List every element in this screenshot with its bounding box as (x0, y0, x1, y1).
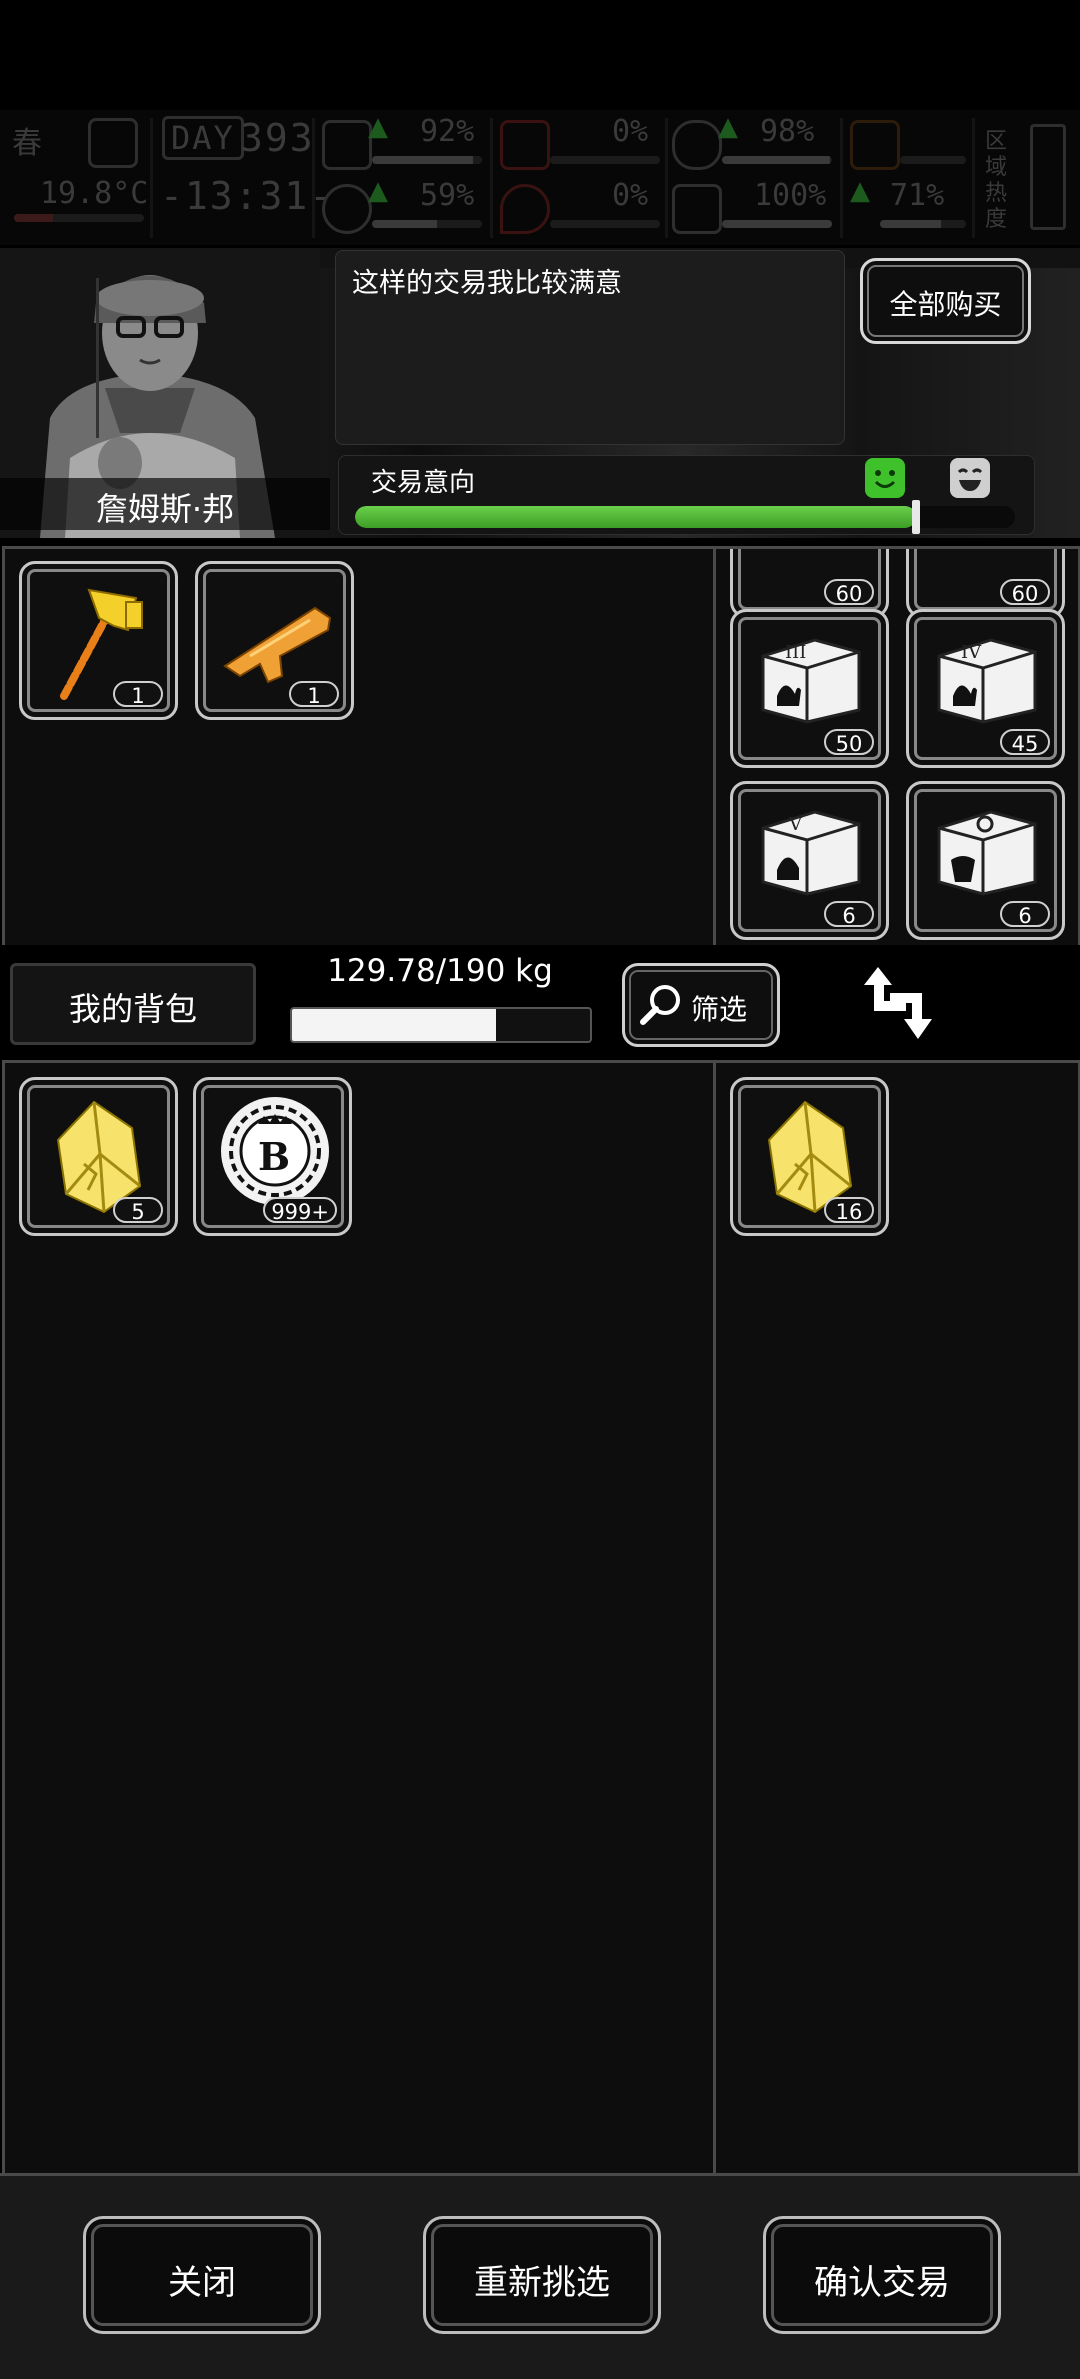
stomach-bar (722, 156, 832, 164)
offer-slot[interactable]: 60 (730, 549, 889, 618)
offer-slot[interactable]: V 6 (730, 781, 889, 940)
item-quantity: 5 (113, 1197, 163, 1224)
trader-header: 詹姆斯·邦 这样的交易我比较满意 全部购买 交易意向 (0, 248, 1080, 538)
search-icon (640, 985, 680, 1025)
trader-dialog: 这样的交易我比较满意 (352, 268, 622, 299)
health-bar (372, 156, 482, 164)
buy-all-label: 全部购买 (889, 288, 1002, 321)
happy-face-icon (865, 458, 905, 498)
trade-intent-marker (912, 500, 920, 534)
confirm-trade-button[interactable]: 确认交易 (763, 2216, 1001, 2334)
bag-weight-bar (290, 1007, 592, 1043)
filter-button[interactable]: 筛选 (622, 963, 780, 1047)
offer-slot[interactable]: 60 (906, 549, 1065, 618)
speech-bubble: 这样的交易我比较满意 (335, 250, 845, 445)
stamina-up-arrow-icon: ▲ (850, 176, 870, 206)
item-quantity: 16 (824, 1197, 874, 1224)
trade-intent-fill (355, 506, 916, 528)
heart-icon (672, 184, 722, 234)
stamina-bar (880, 220, 966, 228)
health-percent: 92% (420, 114, 475, 149)
item-quantity: 1 (289, 681, 339, 708)
stomach-percent: 98% (760, 114, 815, 149)
svg-text:III: III (785, 642, 806, 663)
offer-slot[interactable]: 16 (730, 1077, 889, 1236)
bleed-percent: 0% (612, 114, 649, 149)
day-number: 393 (240, 116, 315, 160)
bleed-bar (550, 156, 660, 164)
item-quantity: 45 (1000, 729, 1050, 756)
svg-text:IV: IV (961, 642, 982, 663)
mental-percent: 59% (420, 178, 475, 213)
region-heat-meter (1030, 124, 1066, 230)
supply-crate-icon: IV (937, 638, 1037, 724)
trade-intent-label: 交易意向 (371, 468, 476, 498)
brain-icon (322, 184, 372, 234)
trader-name: 詹姆斯·邦 (95, 490, 235, 528)
offer-slot[interactable]: III 50 (730, 609, 889, 768)
confirm-trade-label: 确认交易 (814, 2263, 950, 2303)
item-quantity: 999+ (263, 1197, 337, 1224)
item-quantity: 1 (113, 681, 163, 708)
mental-bar (372, 220, 482, 228)
inventory-slot[interactable]: 5 (19, 1077, 178, 1236)
reselect-label: 重新挑选 (474, 2263, 610, 2303)
trader-inventory-panel: 1 1 (2, 546, 716, 948)
item-quantity: 6 (824, 901, 874, 928)
day-label: DAY (162, 116, 244, 160)
season-label: 春 (12, 126, 42, 161)
reselect-button[interactable]: 重新挑选 (423, 2216, 661, 2334)
my-bag-label: 我的背包 (68, 990, 197, 1028)
supply-crate-icon (937, 810, 1037, 896)
heart-bar (722, 220, 832, 228)
weather-icon (88, 118, 138, 168)
offer-slot[interactable]: IV 45 (906, 609, 1065, 768)
boot-icon (850, 120, 900, 170)
thirst-bar (550, 220, 660, 228)
bleed-icon (500, 120, 550, 170)
supply-crate-icon: V (761, 810, 861, 896)
medkit-icon (322, 120, 372, 170)
clock: -13:31- (160, 174, 335, 218)
offer-slot[interactable]: 6 (906, 781, 1065, 940)
item-quantity: 6 (1000, 901, 1050, 928)
b-coin-icon: B (221, 1097, 329, 1205)
inventory-slot[interactable]: 1 (195, 561, 354, 720)
my-offer-panel: 16 (713, 1060, 1080, 2176)
stomach-up-arrow-icon: ▲ (718, 112, 738, 142)
bag-weight: 129.78/190 kg (327, 953, 553, 989)
boot-bar (900, 156, 966, 164)
status-hud: 春 19.8°C DAY 393 -13:31- ▲ 92% ▲ 59% 0% … (0, 110, 1080, 245)
grin-face-icon (950, 458, 990, 498)
swap-arrows-icon[interactable] (858, 957, 938, 1047)
mental-up-arrow-icon: ▲ (368, 176, 388, 206)
filter-label: 筛选 (691, 993, 748, 1026)
supply-crate-icon: III (761, 638, 861, 724)
health-up-arrow-icon: ▲ (368, 112, 388, 142)
item-quantity: 60 (1000, 579, 1050, 606)
inventory-slot[interactable]: B 999+ (193, 1077, 352, 1236)
blood-drop-icon (500, 184, 550, 234)
thirst-percent: 0% (612, 178, 649, 213)
trade-intent-panel: 交易意向 (338, 455, 1035, 535)
svg-text:V: V (788, 814, 803, 835)
region-heat-label: 区域热度 (985, 128, 1008, 231)
bottom-action-bar: 关闭 重新挑选 确认交易 (0, 2173, 1080, 2379)
stomach-icon (672, 120, 722, 170)
close-label: 关闭 (168, 2263, 236, 2303)
temperature: 19.8°C (40, 176, 149, 211)
my-bag-tab[interactable]: 我的背包 (10, 963, 256, 1045)
svg-text:B: B (258, 1134, 290, 1179)
bag-toolbar: 我的背包 129.78/190 kg 筛选 (0, 945, 1080, 1055)
inventory-slot[interactable]: 1 (19, 561, 178, 720)
trader-offer-panel: 60 60 III 50 IV 45 V 6 6 (713, 546, 1080, 948)
stamina-percent: 71% (890, 178, 945, 213)
buy-all-button[interactable]: 全部购买 (860, 258, 1031, 344)
my-inventory-panel: 5 B 999+ (2, 1060, 716, 2176)
item-quantity: 50 (824, 729, 874, 756)
item-quantity: 60 (824, 579, 874, 606)
close-button[interactable]: 关闭 (83, 2216, 321, 2334)
heart-percent: 100% (754, 178, 827, 213)
temperature-bar (14, 214, 144, 222)
